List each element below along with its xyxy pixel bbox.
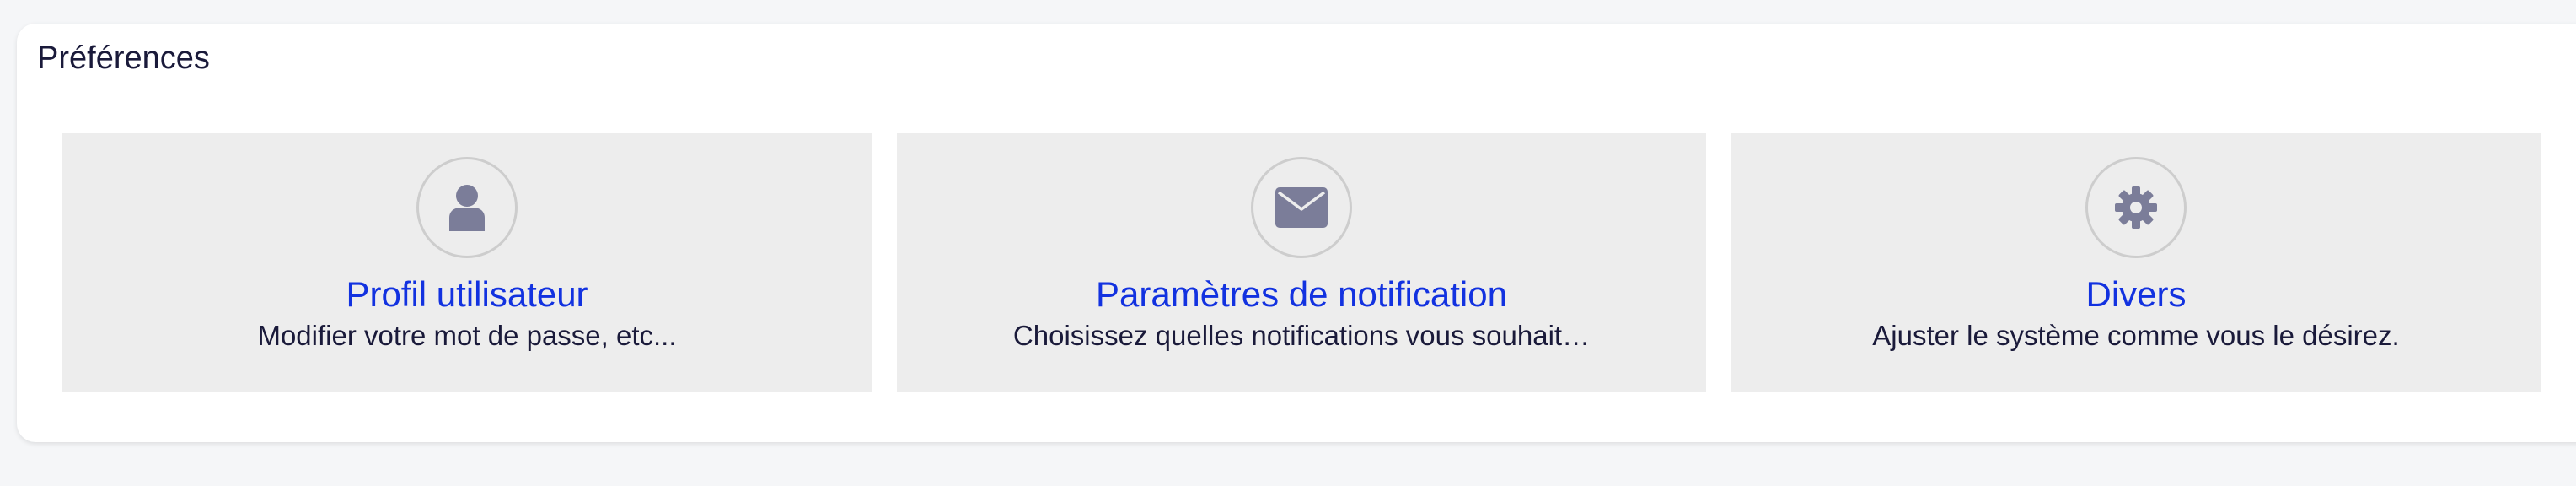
envelope-icon xyxy=(1251,157,1352,258)
tile-title[interactable]: Paramètres de notification xyxy=(1096,273,1507,316)
user-icon xyxy=(416,157,518,258)
tile-description: Ajuster le système comme vous le désirez… xyxy=(1872,320,2400,351)
gear-icon xyxy=(2085,157,2187,258)
preferences-tiles: Profil utilisateur Modifier votre mot de… xyxy=(62,133,2541,392)
panel-title: Préférences xyxy=(37,40,210,76)
tile-description: Choisissez quelles notifications vous so… xyxy=(1012,320,1591,351)
tile-notification-settings[interactable]: Paramètres de notification Choisissez qu… xyxy=(897,133,1706,392)
tile-title[interactable]: Divers xyxy=(2085,273,2186,316)
tile-description: Modifier votre mot de passe, etc... xyxy=(257,320,677,351)
preferences-panel: Préférences Profil utilisateur Modifier … xyxy=(17,24,2576,442)
tile-title[interactable]: Profil utilisateur xyxy=(346,273,588,316)
tile-misc[interactable]: Divers Ajuster le système comme vous le … xyxy=(1731,133,2541,392)
tile-user-profile[interactable]: Profil utilisateur Modifier votre mot de… xyxy=(62,133,872,392)
